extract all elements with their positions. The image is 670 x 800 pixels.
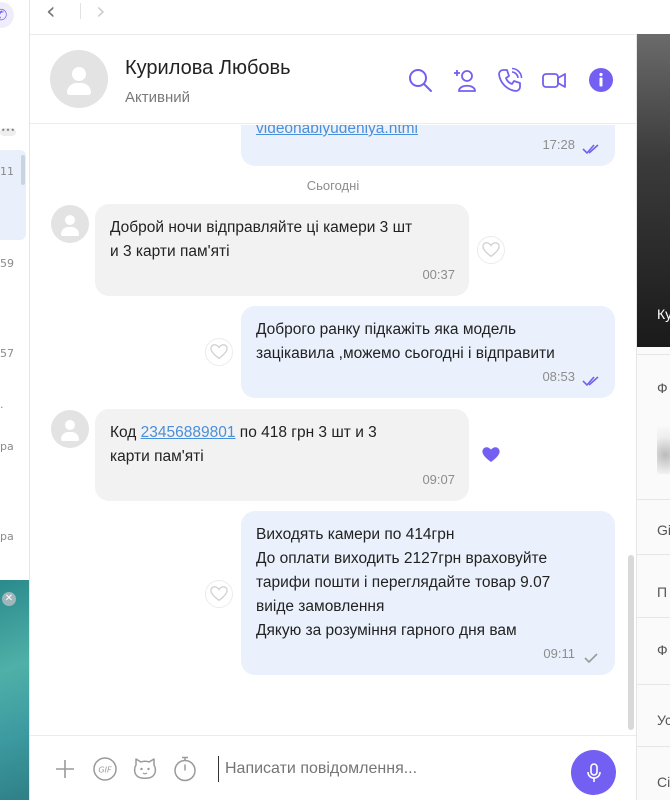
search-icon[interactable] [407,67,433,93]
gif-icon[interactable]: GIF [92,756,118,782]
message-list[interactable]: videonablyudeniya.html 17:28 Сьогодні До… [30,125,636,735]
conversation-time: ра [0,530,14,543]
message-time: 00:37 [422,267,455,282]
microphone-icon [586,762,601,782]
more-dots-icon[interactable]: ••• [0,127,16,136]
heart-icon [210,344,228,360]
close-icon[interactable]: ✕ [2,592,16,606]
message-line: карти пам'яті [110,448,204,465]
panel-item[interactable]: Ус [657,712,670,728]
panel-item[interactable]: П [657,584,667,600]
incoming-message[interactable]: Доброй ночи відправляйте ці камери 3 шт … [95,204,469,296]
message-time: 09:11 [543,646,575,661]
incoming-message[interactable]: Код 23456889801 по 418 грн 3 шт и 3 карт… [95,409,469,501]
media-caption: Ку [657,306,670,322]
divider [637,354,670,355]
panel-item[interactable]: Ф [657,642,668,658]
date-separator: Сьогодні [306,178,360,193]
outgoing-message[interactable]: videonablyudeniya.html 17:28 [241,125,615,166]
panel-item[interactable]: Сі [657,774,670,790]
message-link[interactable]: videonablyudeniya.html [256,125,418,137]
divider [637,499,670,500]
message-line: Виходять камери по 414грн [256,526,455,543]
media-thumbnail[interactable] [657,426,670,474]
chat-header: Курилова Любовь Активний [30,34,636,124]
message-time: 08:53 [542,369,575,384]
like-button[interactable] [477,441,505,469]
conversation-list-scrollbar[interactable] [21,155,25,185]
avatar[interactable] [51,205,89,243]
divider [637,746,670,747]
outgoing-message[interactable]: Доброго ранку підкажіть яка модель зацік… [241,306,615,398]
message-link[interactable]: 23456889801 [141,424,236,441]
add-contact-icon[interactable] [452,67,478,93]
chevron-left-icon[interactable]: ‹ [46,0,56,23]
svg-text:GIF: GIF [98,766,112,775]
info-panel: Ку Ф Gi П Ф Ус Сі [636,34,670,800]
heart-filled-icon [482,447,500,462]
conversation-time: 59 [0,257,14,270]
like-button[interactable] [205,338,233,366]
message-text: Код [110,424,141,441]
message-line: Доброго ранку підкажіть яка модель [256,321,517,338]
top-nav-bar: ‹ › [30,0,636,34]
chevron-right-icon[interactable]: › [96,0,106,23]
read-ticks-icon [582,376,599,387]
message-line: виіде замовлення [256,598,385,615]
message-line: зацікавила ,можемо сьогодні і відправити [256,345,555,362]
message-composer: GIF [30,735,636,800]
ad-banner[interactable] [0,580,29,800]
viber-window: ✆ ••• 11 59 57 . ра ра ✕ ‹ › Курилова Лю… [0,0,670,800]
microphone-button[interactable] [571,750,616,795]
divider [637,617,670,618]
message-input[interactable] [218,756,548,782]
conversation-time: . [0,398,4,411]
message-line: Доброй ночи відправляйте ці камери 3 шт [110,219,413,236]
message-text: по 418 грн 3 шт и 3 [235,424,377,441]
divider [637,684,670,685]
heart-icon [210,586,228,602]
divider [637,554,670,555]
like-button[interactable] [205,580,233,608]
contact-name[interactable]: Курилова Любовь [125,57,291,80]
message-line: Дякую за розуміння гарного дня вам [256,622,517,639]
conversation-time: 11 [0,165,14,178]
avatar[interactable] [50,50,108,108]
message-time: 09:07 [422,472,455,487]
call-icon[interactable] [497,67,523,93]
panel-item[interactable]: Ф [657,380,668,396]
media-preview[interactable] [637,34,670,347]
chat-scrollbar[interactable] [628,555,634,730]
conversation-list-strip: ✆ ••• 11 59 57 . ра ра ✕ [0,0,30,800]
sticker-icon[interactable] [132,756,158,782]
video-call-icon[interactable] [541,67,567,93]
delivered-tick-icon [584,653,598,664]
panel-item[interactable]: Gi [657,522,670,538]
conversation-time: ра [0,440,14,453]
message-line: и 3 карти пам'яті [110,243,230,260]
heart-icon [482,242,500,258]
timer-icon[interactable] [172,756,198,782]
message-time: 17:28 [542,137,575,152]
message-line: Код 23456889801 по 418 грн 3 шт и 3 [110,421,455,445]
outgoing-message[interactable]: Виходять камери по 414грн До оплати вихо… [241,511,615,675]
avatar[interactable] [51,410,89,448]
read-ticks-icon [582,144,599,155]
app-logo-icon[interactable]: ✆ [0,2,14,28]
contact-status: Активний [125,89,190,106]
conversation-time: 57 [0,347,14,360]
like-button[interactable] [477,236,505,264]
info-icon[interactable] [588,67,614,93]
message-line: тарифи пошти і переглядайте товар 9.07 [256,574,551,591]
message-line: До оплати виходить 2127грн враховуйте [256,550,548,567]
nav-divider [80,3,81,19]
plus-icon[interactable] [52,756,78,782]
